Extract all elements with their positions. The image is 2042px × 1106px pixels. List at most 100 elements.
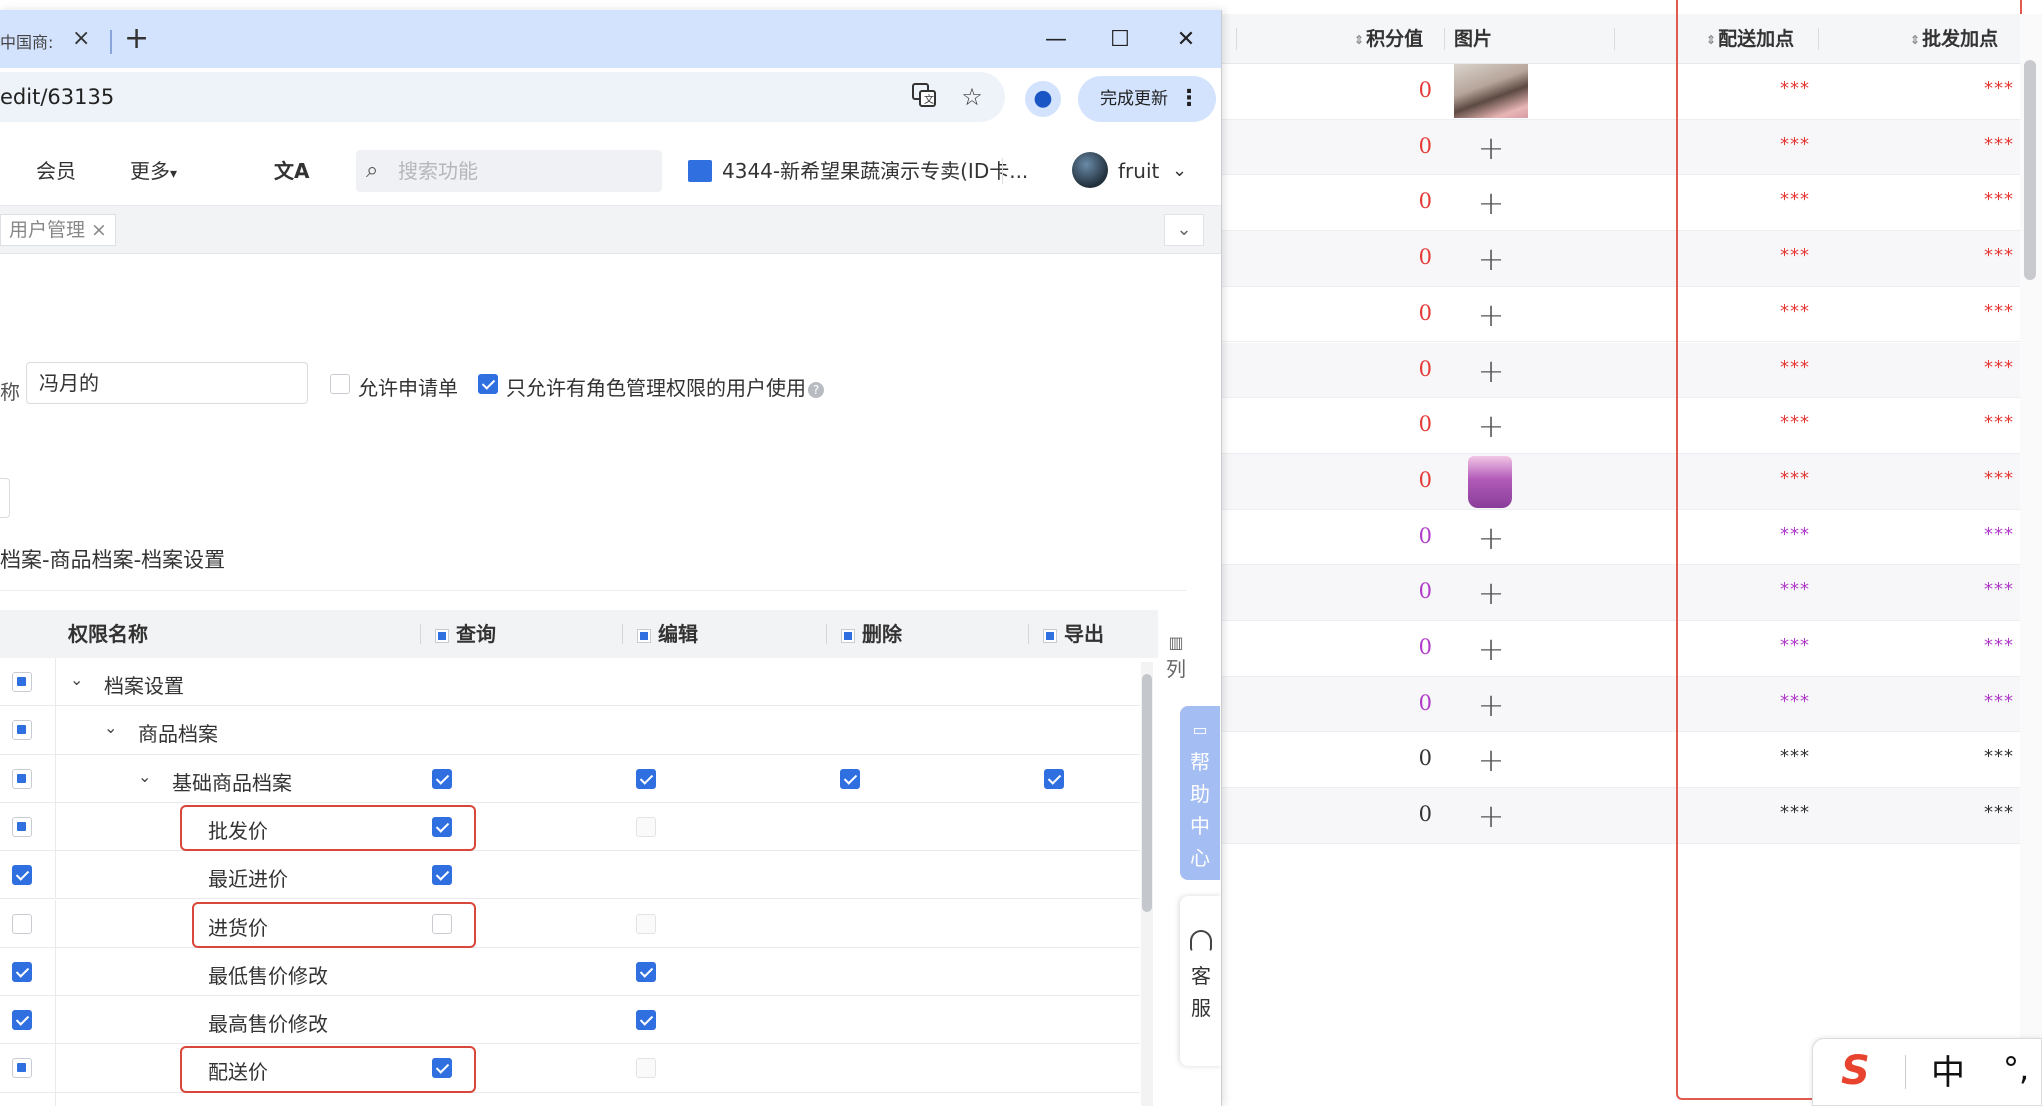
store-selector[interactable]: 4344-新希望果蔬演示专卖(ID卡... bbox=[722, 158, 1028, 184]
select-all-edit-checkbox[interactable] bbox=[637, 629, 651, 643]
row-select-checkbox[interactable] bbox=[12, 1058, 32, 1079]
search-box[interactable]: ⌕ bbox=[356, 150, 662, 192]
scrollbar-thumb[interactable] bbox=[2024, 60, 2036, 280]
score-cell: 0 bbox=[1418, 467, 1432, 492]
add-image-icon[interactable]: + bbox=[1474, 796, 1508, 836]
edit-permission-checkbox[interactable] bbox=[636, 913, 656, 934]
chevron-down-icon[interactable]: ⌄ bbox=[70, 670, 83, 689]
permission-row[interactable]: 最低售价修改 bbox=[0, 947, 1140, 997]
permission-name: 最高售价修改 bbox=[208, 1012, 328, 1037]
chevron-down-icon[interactable]: ⌄ bbox=[138, 767, 151, 786]
row-select-checkbox[interactable] bbox=[12, 865, 32, 886]
col-header-edit[interactable]: 编辑 bbox=[637, 610, 698, 658]
tags-dropdown-chevron-icon[interactable]: ⌄ bbox=[1164, 214, 1204, 246]
row-select-checkbox[interactable] bbox=[12, 816, 32, 837]
permission-row[interactable]: 进货价 bbox=[0, 899, 1140, 948]
nav-more[interactable]: 更多▾ bbox=[130, 158, 177, 187]
edit-permission-checkbox[interactable] bbox=[636, 1058, 656, 1079]
more-menu-icon[interactable]: ⋮ bbox=[1178, 76, 1200, 122]
translate-icon[interactable]: 文A bbox=[274, 158, 309, 184]
row-select-checkbox[interactable] bbox=[12, 961, 32, 982]
avatar[interactable] bbox=[1072, 152, 1108, 188]
url-text[interactable]: edit/63135 bbox=[0, 72, 114, 122]
nav-member[interactable]: 会员 bbox=[36, 158, 76, 184]
product-photo[interactable] bbox=[1454, 64, 1528, 118]
allow-apply-checkbox[interactable] bbox=[330, 374, 350, 394]
add-image-icon[interactable]: + bbox=[1474, 295, 1508, 335]
select-all-delete-checkbox[interactable] bbox=[841, 629, 855, 643]
row-select-checkbox[interactable] bbox=[12, 720, 32, 741]
col-header-delete[interactable]: 删除 bbox=[841, 610, 902, 658]
permission-row[interactable]: 零售价 bbox=[0, 1092, 1140, 1106]
maximize-button[interactable]: ☐ bbox=[1100, 22, 1140, 58]
allow-apply-label[interactable]: 允许申请单 bbox=[358, 372, 458, 401]
edit-permission-checkbox[interactable] bbox=[636, 961, 656, 982]
tab-close-icon[interactable]: × bbox=[72, 26, 90, 52]
chevron-down-icon[interactable]: ⌄ bbox=[104, 718, 117, 737]
minimize-button[interactable]: — bbox=[1036, 22, 1076, 58]
permission-row[interactable]: 批发价 bbox=[0, 802, 1140, 852]
role-only-label[interactable]: 只允许有角色管理权限的用户使用? bbox=[506, 372, 824, 401]
col-header-score[interactable]: ⇕ 积分值 bbox=[1354, 14, 1423, 64]
svg-text:文: 文 bbox=[924, 93, 934, 106]
permission-row[interactable]: ⌄ 基础商品档案 bbox=[0, 754, 1140, 803]
ime-mode-toggle[interactable]: 中 bbox=[1931, 1053, 1965, 1093]
permission-row[interactable]: 最高售价修改 bbox=[0, 996, 1140, 1045]
translate-page-icon[interactable]: 文 bbox=[908, 81, 940, 113]
customer-service-button[interactable]: 客 服 bbox=[1180, 896, 1221, 1066]
add-image-icon[interactable]: + bbox=[1474, 128, 1508, 168]
close-window-button[interactable]: ✕ bbox=[1166, 22, 1206, 58]
role-name-input[interactable]: 冯月的 bbox=[26, 362, 308, 404]
add-image-icon[interactable]: + bbox=[1474, 406, 1508, 446]
product-photo[interactable] bbox=[1468, 455, 1512, 508]
add-image-icon[interactable]: + bbox=[1474, 573, 1508, 613]
add-image-icon[interactable]: + bbox=[1474, 239, 1508, 279]
row-select-checkbox[interactable] bbox=[12, 913, 32, 934]
ime-logo-icon[interactable]: S bbox=[1841, 1049, 1870, 1093]
page-tags-bar: 用户管理 × ⌄ bbox=[0, 206, 1221, 254]
row-select-checkbox[interactable] bbox=[12, 768, 32, 789]
ime-punctuation-toggle[interactable]: °, bbox=[2003, 1049, 2029, 1089]
table-scrollbar-thumb[interactable] bbox=[1142, 674, 1152, 912]
row-select-checkbox[interactable] bbox=[12, 672, 32, 692]
tab-separator bbox=[110, 30, 112, 54]
col-header-export[interactable]: 导出 bbox=[1043, 610, 1104, 658]
help-center-button[interactable]: ▭ 帮 助 中 心 bbox=[1180, 706, 1220, 880]
edit-permission-checkbox[interactable] bbox=[636, 768, 656, 789]
permission-row[interactable]: 最近进价 bbox=[0, 851, 1140, 900]
profile-icon[interactable]: ● bbox=[1025, 81, 1061, 117]
permission-name: 基础商品档案 bbox=[172, 770, 292, 795]
col-header-query[interactable]: 查询 bbox=[435, 610, 496, 658]
collapsed-control[interactable] bbox=[0, 478, 10, 518]
add-image-icon[interactable]: + bbox=[1474, 183, 1508, 223]
add-image-icon[interactable]: + bbox=[1474, 518, 1508, 558]
select-all-query-checkbox[interactable] bbox=[435, 629, 449, 643]
add-image-icon[interactable]: + bbox=[1474, 351, 1508, 391]
update-button[interactable]: 完成更新 ⋮ bbox=[1078, 76, 1216, 122]
permission-row[interactable]: ⌄ 档案设置 bbox=[0, 658, 1140, 707]
search-input[interactable] bbox=[398, 150, 648, 192]
add-image-icon[interactable]: + bbox=[1474, 740, 1508, 780]
query-permission-checkbox[interactable] bbox=[432, 768, 452, 789]
help-icon[interactable]: ? bbox=[808, 381, 824, 398]
row-select-checkbox[interactable] bbox=[12, 1010, 32, 1031]
edit-permission-checkbox[interactable] bbox=[636, 816, 656, 837]
permission-row[interactable]: ⌄ 商品档案 bbox=[0, 706, 1140, 755]
role-only-checkbox[interactable] bbox=[478, 374, 498, 394]
del-permission-checkbox[interactable] bbox=[840, 768, 860, 789]
permission-row[interactable]: 配送价 bbox=[0, 1044, 1140, 1093]
user-name[interactable]: fruit bbox=[1118, 158, 1159, 184]
column-settings-button[interactable]: ▥ 列 bbox=[1164, 630, 1188, 682]
tag-user-management[interactable]: 用户管理 × bbox=[0, 214, 116, 246]
add-image-icon[interactable]: + bbox=[1474, 629, 1508, 669]
chevron-down-icon[interactable]: ⌄ bbox=[1172, 158, 1187, 184]
select-all-export-checkbox[interactable] bbox=[1043, 629, 1057, 643]
query-permission-checkbox[interactable] bbox=[432, 865, 452, 886]
export-permission-checkbox[interactable] bbox=[1044, 768, 1064, 789]
edit-permission-checkbox[interactable] bbox=[636, 1010, 656, 1031]
sort-icon[interactable]: ⇕ bbox=[1354, 34, 1364, 46]
omnibox[interactable]: edit/63135 文 ☆ bbox=[0, 72, 1005, 122]
add-image-icon[interactable]: + bbox=[1474, 685, 1508, 725]
new-tab-button[interactable]: + bbox=[124, 22, 149, 56]
bookmark-star-icon[interactable]: ☆ bbox=[956, 81, 988, 113]
